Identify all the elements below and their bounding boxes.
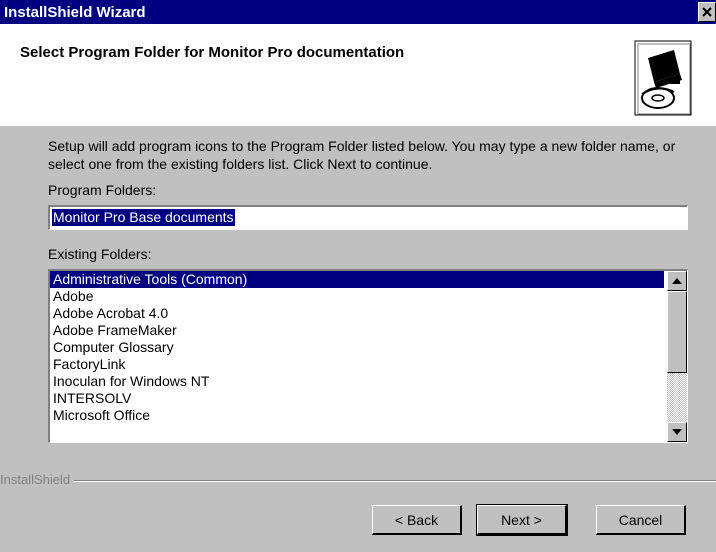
installshield-computer-cd-icon (634, 40, 692, 116)
list-item[interactable]: Adobe FrameMaker (50, 322, 664, 339)
title-bar: InstallShield Wizard (0, 0, 716, 24)
header-panel: Select Program Folder for Monitor Pro do… (0, 24, 716, 126)
scroll-thumb[interactable] (667, 291, 687, 373)
scroll-down-button[interactable] (667, 422, 687, 442)
existing-folders-label: Existing Folders: (48, 246, 151, 262)
list-item[interactable]: Adobe (50, 288, 664, 305)
close-icon (702, 7, 712, 17)
back-button[interactable]: < Back (372, 505, 462, 535)
arrow-up-icon (672, 278, 682, 284)
scroll-up-button[interactable] (667, 271, 687, 291)
back-button-label: < Back (394, 511, 439, 528)
window-title: InstallShield Wizard (4, 3, 146, 21)
arrow-down-icon (672, 429, 682, 435)
cancel-button-label: Cancel (618, 511, 663, 528)
installshield-brand: InstallShield (0, 472, 75, 487)
list-item[interactable]: FactoryLink (50, 356, 664, 373)
list-item[interactable]: INTERSOLV (50, 390, 664, 407)
close-button[interactable] (698, 2, 716, 22)
list-item[interactable]: Administrative Tools (Common) (50, 271, 664, 288)
next-button[interactable]: Next > (476, 504, 568, 536)
existing-folders-items: Administrative Tools (Common) Adobe Adob… (50, 271, 664, 424)
list-item[interactable]: Computer Glossary (50, 339, 664, 356)
list-item[interactable]: Inoculan for Windows NT (50, 373, 664, 390)
program-folder-input[interactable]: Monitor Pro Base documents (48, 205, 688, 230)
vertical-scrollbar[interactable] (667, 271, 687, 442)
cancel-button[interactable]: Cancel (596, 505, 686, 535)
existing-folders-list[interactable]: Administrative Tools (Common) Adobe Adob… (48, 269, 688, 443)
existing-folders-label-text: Existing Folders: (48, 246, 152, 262)
footer-divider (0, 480, 716, 482)
program-folders-label-text: Program Folders: (48, 182, 157, 198)
next-button-label: Next > (501, 511, 542, 528)
page-title: Select Program Folder for Monitor Pro do… (20, 44, 405, 61)
list-item[interactable]: Microsoft Office (50, 407, 664, 424)
program-folders-label: Program Folders: (48, 182, 156, 198)
program-folder-input-value: Monitor Pro Base documents (52, 209, 235, 226)
instructions-text: Setup will add program icons to the Prog… (48, 138, 676, 172)
header-divider (0, 125, 716, 126)
list-item[interactable]: Adobe Acrobat 4.0 (50, 305, 664, 322)
